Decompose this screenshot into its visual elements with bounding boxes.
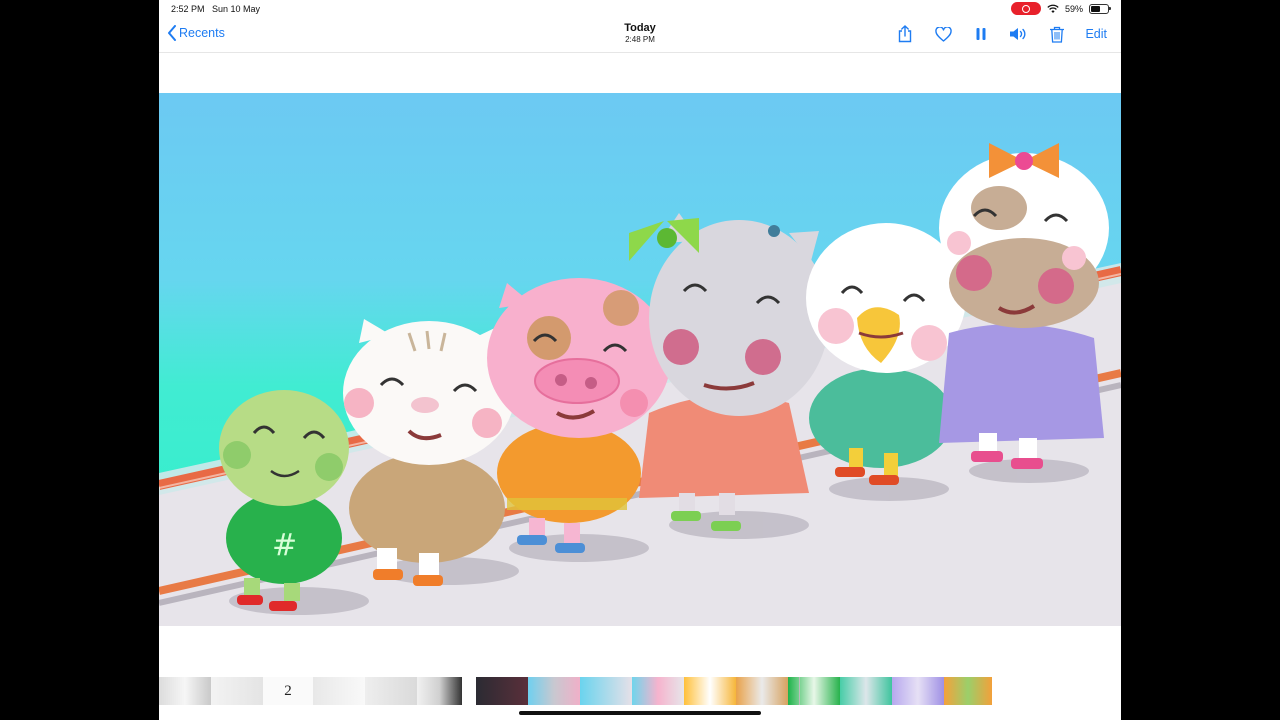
nav-bar: Recents Today 2:48 PM Edit: [159, 18, 1121, 53]
svg-text:#: #: [272, 528, 297, 563]
thumbnail-video[interactable]: [944, 677, 992, 705]
share-icon: [899, 25, 912, 43]
nav-actions: Edit: [895, 24, 1107, 44]
status-time: 2:52 PM: [171, 4, 205, 14]
video-frame[interactable]: #: [159, 93, 1121, 626]
wifi-icon: [1047, 4, 1059, 13]
pause-button[interactable]: [971, 24, 991, 44]
share-button[interactable]: [895, 24, 915, 44]
status-right: 59%: [1010, 2, 1111, 15]
thumbnail-video[interactable]: [528, 677, 580, 705]
thumbnail-video[interactable]: [892, 677, 944, 705]
home-indicator[interactable]: [519, 711, 761, 715]
thumbnail-document[interactable]: [365, 677, 417, 705]
thumbnail-document[interactable]: [159, 677, 211, 705]
battery-icon: [1089, 3, 1111, 14]
screen-recording-icon[interactable]: [1010, 2, 1041, 15]
favorite-button[interactable]: [933, 24, 953, 44]
volume-button[interactable]: [1009, 24, 1029, 44]
thumbnail-video[interactable]: [632, 677, 684, 705]
edit-button[interactable]: Edit: [1085, 27, 1107, 41]
thumbnail-strip[interactable]: 2: [159, 677, 1121, 706]
delete-button[interactable]: [1047, 24, 1067, 44]
thumbnail-video[interactable]: [684, 677, 736, 705]
thumbnail-video[interactable]: [476, 677, 528, 705]
thumbnail-video[interactable]: [840, 677, 892, 705]
thumbnail-video[interactable]: [580, 677, 632, 705]
thumbnail-video[interactable]: [788, 677, 840, 705]
status-bar: 2:52 PM Sun 10 May 59%: [159, 0, 1121, 18]
heart-icon: [935, 26, 952, 42]
trash-icon: [1050, 26, 1065, 43]
thumbnail-document[interactable]: [211, 677, 263, 705]
thumbnail-video[interactable]: [736, 677, 788, 705]
speaker-icon: [1010, 28, 1026, 40]
photo-viewer-screen: 2:52 PM Sun 10 May 59% Recents Today 2:4…: [159, 0, 1121, 720]
pause-icon: [976, 28, 986, 40]
thumbnail-document[interactable]: [313, 677, 365, 705]
battery-percent: 59%: [1064, 3, 1083, 14]
thumbnail-page-number[interactable]: 2: [263, 677, 313, 705]
playhead-marker[interactable]: [799, 677, 800, 705]
status-date: Sun 10 May: [212, 4, 261, 14]
thumbnail-document[interactable]: [417, 677, 462, 705]
